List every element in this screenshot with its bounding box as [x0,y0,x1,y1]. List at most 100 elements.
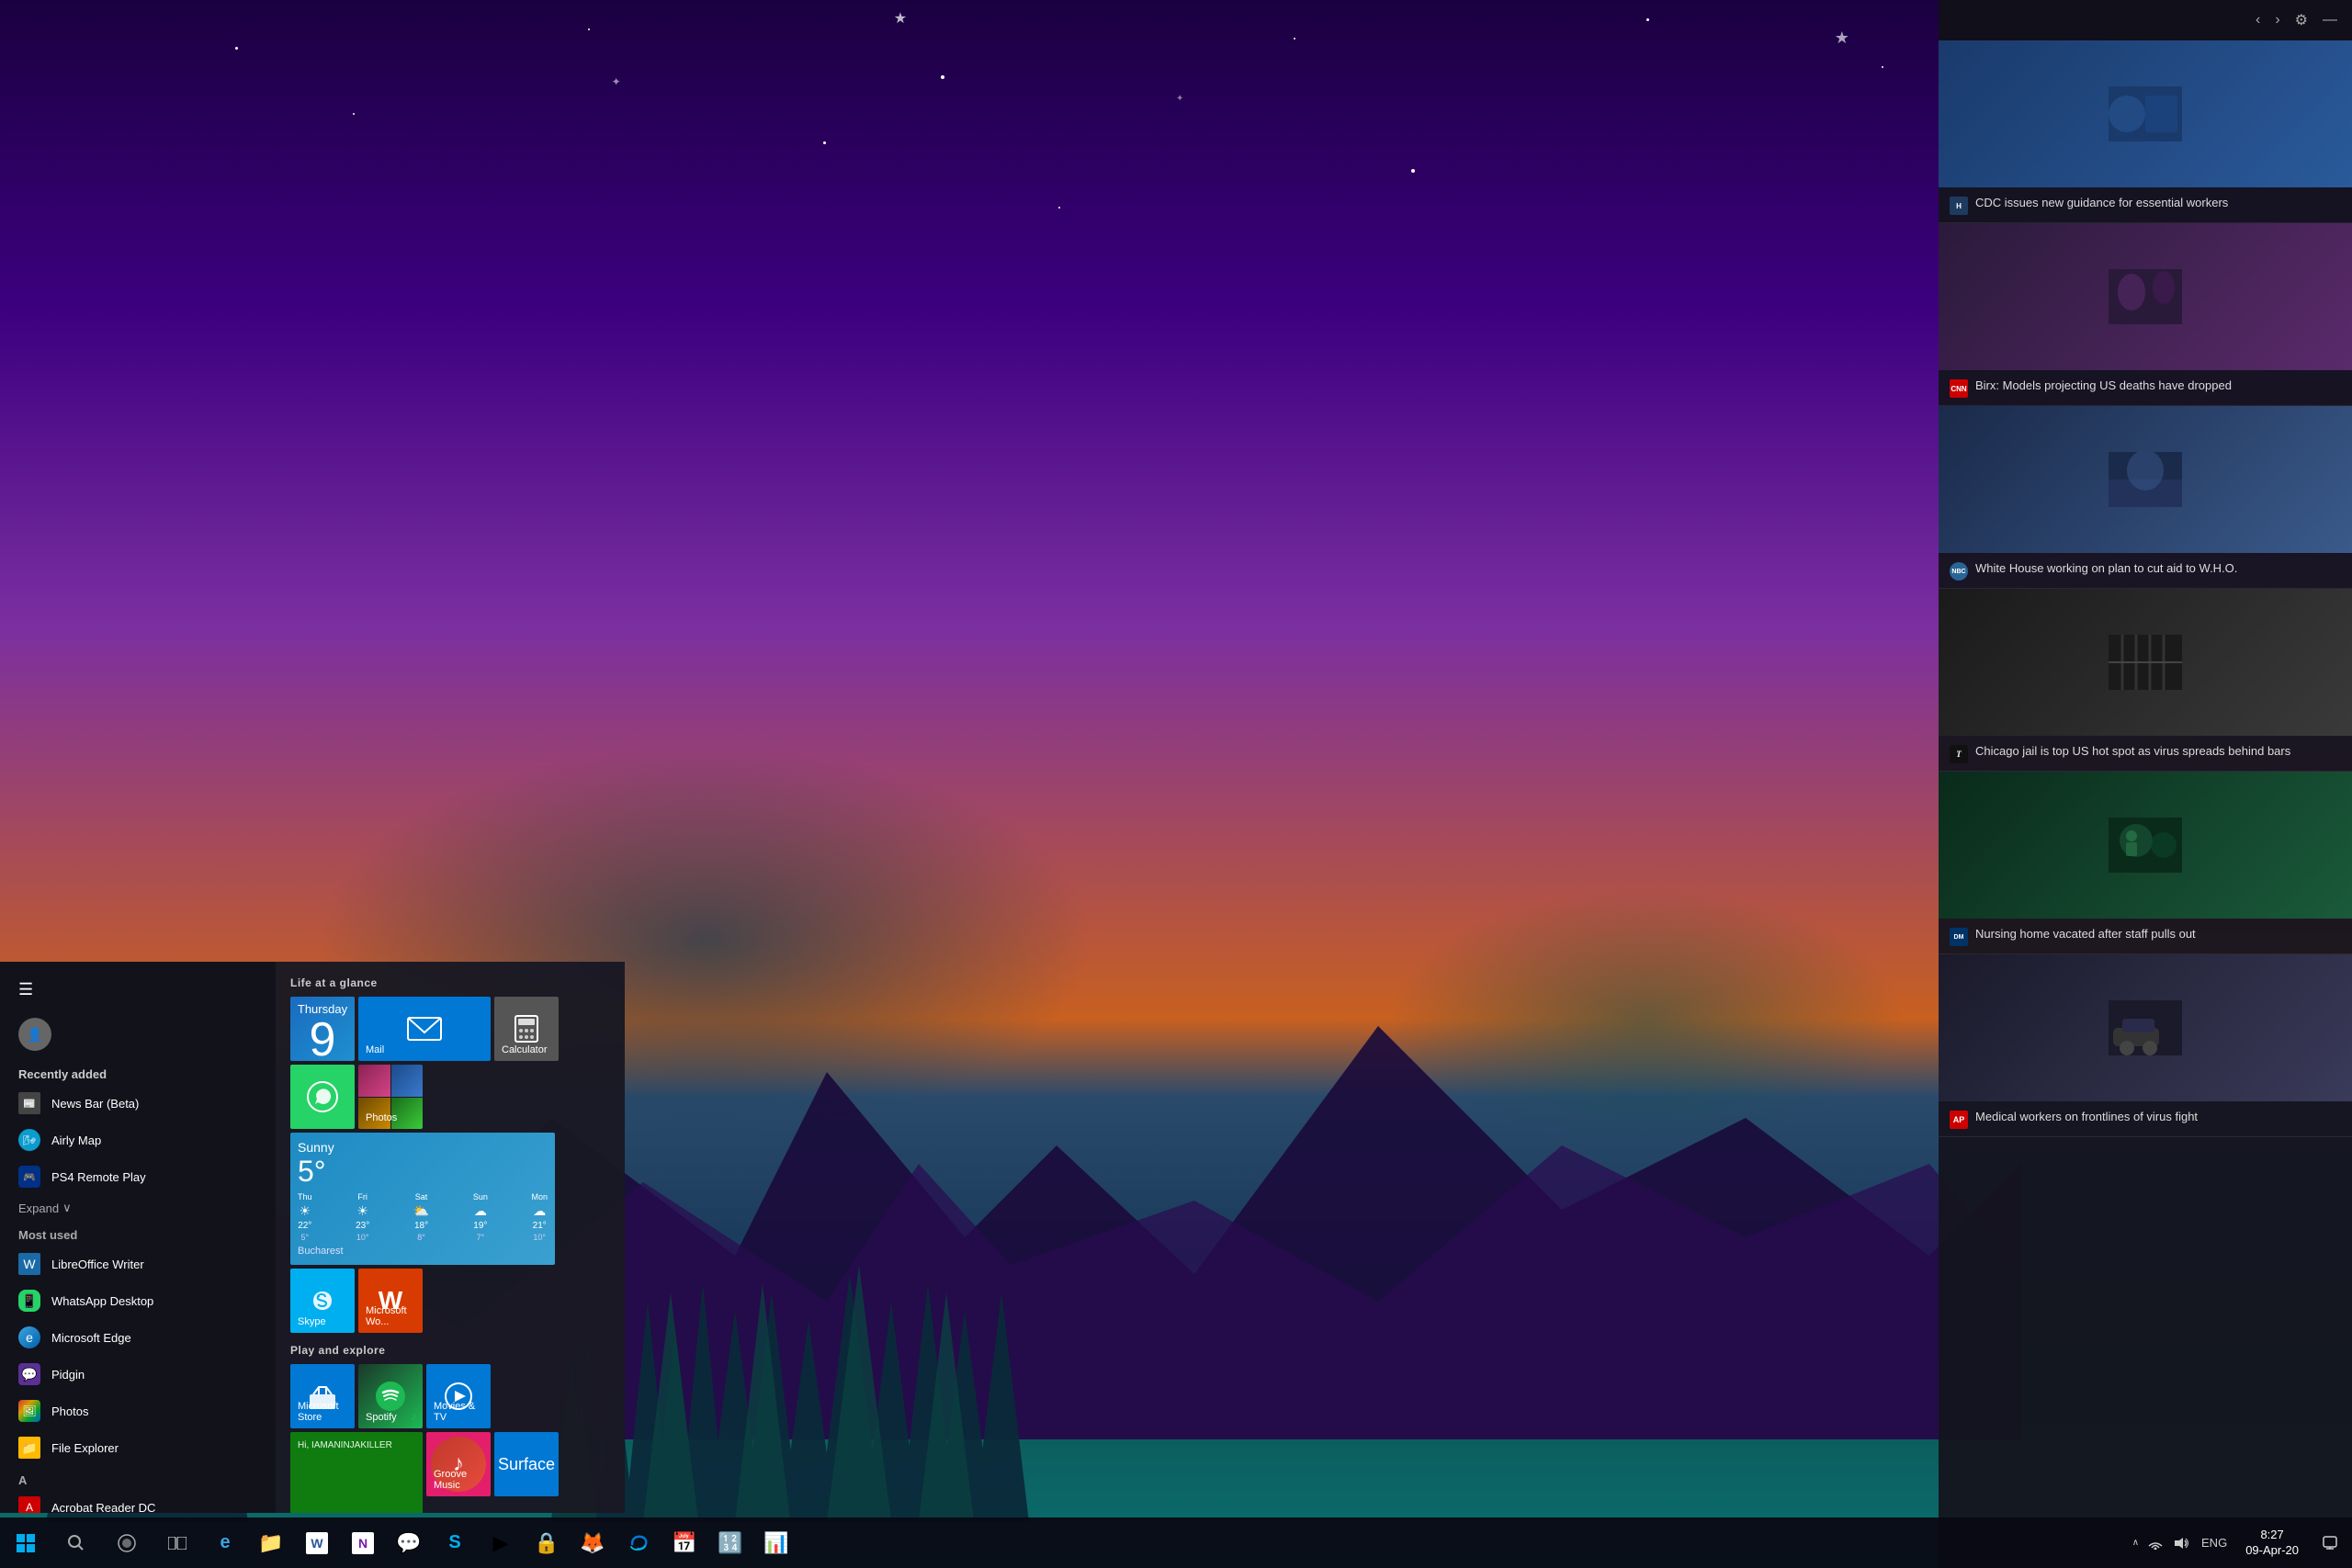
tile-skype-label: Skype [298,1316,326,1327]
language-button[interactable]: ENG [2196,1536,2233,1550]
tile-spotify[interactable]: Spotify ♪ [358,1364,423,1428]
app-photos-label: Photos [51,1404,88,1418]
app-ps4[interactable]: 🎮 PS4 Remote Play [0,1158,276,1195]
user-profile-button[interactable]: 👤 [0,1009,276,1060]
news-item-3-bottom: NBC White House working on plan to cut a… [1939,553,2352,588]
news-img-car [1939,954,2352,1101]
clock-date: 09-Apr-20 [2245,1543,2299,1559]
taskbar-app-fileexplorer[interactable]: 📁 [248,1517,294,1568]
tile-mail[interactable]: Mail [358,997,491,1061]
news-source-2-icon: CNN [1950,379,1968,398]
tile-whatsapp[interactable] [290,1065,355,1129]
taskbar-search-button[interactable] [51,1517,101,1568]
news-minimize-button[interactable]: — [2323,12,2337,28]
news-list: H CDC issues new guidance for essential … [1939,40,2352,1568]
news-headline-6: Medical workers on frontlines of virus f… [1975,1109,2198,1125]
calendar-day-num: 9 [310,1016,336,1062]
taskbar-app-mediaplayer[interactable]: ▶ [478,1517,524,1568]
start-button[interactable] [0,1517,51,1568]
tile-surface[interactable]: Surface [494,1432,559,1496]
forecast-sun: Sun ☁ 19° 7° [473,1192,488,1242]
tile-movies[interactable]: Movies & TV [426,1364,491,1428]
tile-skype[interactable]: Skype [290,1269,355,1333]
taskbar-app-onenote[interactable]: N [340,1517,386,1568]
news-item-4[interactable]: T Chicago jail is top US hot spot as vir… [1939,589,2352,772]
tile-photos[interactable]: Photos [358,1065,423,1129]
tile-weather[interactable]: Sunny 5° Thu ☀ 22° 5° Fri ☀ 23° [290,1133,555,1265]
surface-icon: Surface [494,1432,559,1496]
news-item-3[interactable]: NBC White House working on plan to cut a… [1939,406,2352,589]
news-item-2[interactable]: CNN Birx: Models projecting US deaths ha… [1939,223,2352,406]
mediaplayer-taskbar-icon: ▶ [493,1531,509,1555]
news-next-button[interactable]: › [2275,12,2279,28]
app-airly-label: Airly Map [51,1134,101,1147]
app-newsbar[interactable]: 📰 News Bar (Beta) [0,1085,276,1122]
taskbar-pinned-apps: e 📁 W N 💬 S ▶ 🔒 🦊 [202,1517,799,1568]
tile-calendar[interactable]: Thursday 9 [290,997,355,1061]
tile-calculator[interactable]: Calculator [494,997,559,1061]
taskbar-app-stats[interactable]: 📊 [753,1517,799,1568]
news-item-6-bottom: AP Medical workers on frontlines of viru… [1939,1101,2352,1136]
recently-added-title: Recently added [0,1060,276,1085]
app-libreoffice[interactable]: W LibreOffice Writer [0,1246,276,1282]
app-pidgin[interactable]: 💬 Pidgin [0,1356,276,1393]
clock-button[interactable]: 8:27 09-Apr-20 [2236,1528,2308,1559]
tile-groove[interactable]: Groove Music [426,1432,491,1496]
tile-word[interactable]: W Microsoft Wo... [358,1269,423,1333]
taskbar-app-calculator[interactable]: 🔢 [707,1517,753,1568]
task-view-button[interactable] [152,1517,202,1568]
news-img-birx [1939,223,2352,370]
network-icon-button[interactable] [2144,1537,2166,1550]
tile-photos-label: Photos [366,1112,397,1123]
pompeo-img-placeholder-icon [2109,452,2182,507]
tray-expand-button[interactable]: ∧ [2131,1538,2141,1548]
news-prev-button[interactable]: ‹ [2256,12,2260,28]
birx-img-placeholder-icon [2109,269,2182,324]
volume-icon-button[interactable] [2170,1537,2192,1550]
taskbar-app-firefox[interactable]: 🦊 [570,1517,616,1568]
whatsapp-taskbar-icon: 💬 [396,1531,421,1555]
skype-tile-icon [306,1284,339,1317]
cortana-button[interactable] [101,1517,152,1568]
news-source-6-icon: AP [1950,1111,1968,1129]
taskbar-app-calendar[interactable]: 📅 [662,1517,707,1568]
fileexplorer-taskbar-icon: 📁 [258,1531,283,1555]
taskbar-app-word[interactable]: W [294,1517,340,1568]
app-edge[interactable]: e Microsoft Edge [0,1319,276,1356]
hamburger-button[interactable]: ☰ [0,971,276,1009]
app-whatsapp[interactable]: 📱 WhatsApp Desktop [0,1282,276,1319]
news-item-5[interactable]: DM Nursing home vacated after staff pull… [1939,772,2352,954]
taskbar-app-vpn[interactable]: 🔒 [524,1517,570,1568]
expand-button[interactable]: Expand ∨ [0,1195,276,1221]
app-acrobat[interactable]: A Acrobat Reader DC [0,1489,276,1513]
app-photos[interactable]: 🖼 Photos [0,1393,276,1429]
xbox-text: Hi, IAMANINJAKILLER [298,1439,415,1451]
cdc-img-placeholder-icon [2109,86,2182,141]
taskbar-app-edge-new[interactable] [616,1517,662,1568]
weather-location: Bucharest [298,1246,548,1257]
news-item-6[interactable]: AP Medical workers on frontlines of viru… [1939,954,2352,1137]
app-fileexplorer[interactable]: 📁 File Explorer [0,1429,276,1466]
news-headline-4: Chicago jail is top US hot spot as virus… [1975,743,2290,760]
news-settings-button[interactable]: ⚙ [2295,11,2308,29]
xbox-content: Hi, IAMANINJAKILLER IAMANINJAKILLER [290,1432,423,1513]
news-item-2-bottom: CNN Birx: Models projecting US deaths ha… [1939,370,2352,405]
car-img-placeholder-icon [2109,1000,2182,1055]
news-img-jail [1939,589,2352,736]
tile-xbox[interactable]: Hi, IAMANINJAKILLER IAMANINJAKILLER Xbox… [290,1432,423,1513]
search-icon [68,1535,85,1551]
skype-taskbar-icon: S [448,1532,460,1553]
news-item-1[interactable]: H CDC issues new guidance for essential … [1939,40,2352,223]
taskbar-app-skype[interactable]: S [432,1517,478,1568]
taskbar-app-edge[interactable]: e [202,1517,248,1568]
notification-center-button[interactable] [2312,1517,2348,1568]
user-avatar: 👤 [18,1018,51,1051]
app-airly[interactable]: 🌬 Airly Map [0,1122,276,1158]
forecast-sat: Sat ⛅ 18° 8° [413,1192,429,1242]
taskview-icon [168,1537,187,1550]
taskbar-app-whatsapp[interactable]: 💬 [386,1517,432,1568]
news-item-4-bottom: T Chicago jail is top US hot spot as vir… [1939,736,2352,771]
alpha-a-label: A [0,1466,276,1489]
news-headline-2: Birx: Models projecting US deaths have d… [1975,378,2232,394]
tile-store[interactable]: Microsoft Store [290,1364,355,1428]
